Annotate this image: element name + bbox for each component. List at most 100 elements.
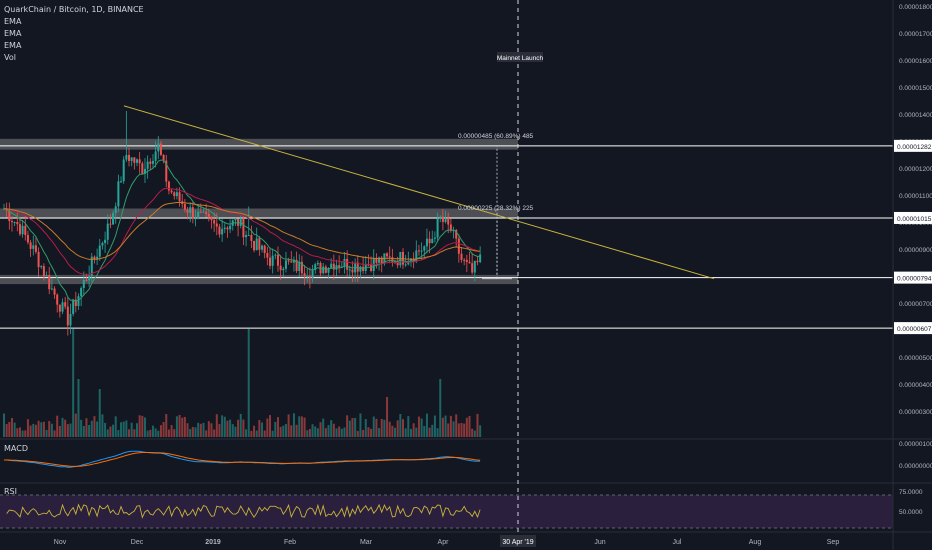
legend-volume[interactable]: Vol <box>4 52 144 64</box>
candle-body[interactable] <box>351 269 354 273</box>
candle-body[interactable] <box>37 251 40 268</box>
candle-body[interactable] <box>136 159 138 163</box>
candle-body[interactable] <box>290 261 293 263</box>
candle-body[interactable] <box>388 256 391 258</box>
legend-ema-2[interactable]: EMA <box>4 28 144 40</box>
candle-body[interactable] <box>207 214 210 217</box>
candle-body[interactable] <box>18 224 21 235</box>
candle-body[interactable] <box>112 213 115 225</box>
candle-body[interactable] <box>223 227 226 229</box>
candle-body[interactable] <box>298 261 301 271</box>
candle-body[interactable] <box>282 268 285 271</box>
candle-body[interactable] <box>473 260 476 273</box>
candle-body[interactable] <box>122 159 125 182</box>
candle-body[interactable] <box>56 294 59 305</box>
candle-body[interactable] <box>279 265 282 271</box>
candle-body[interactable] <box>120 181 123 183</box>
candle-body[interactable] <box>170 190 173 193</box>
rsi-label[interactable]: RSI <box>4 487 17 496</box>
candle-body[interactable] <box>109 223 112 225</box>
candle-body[interactable] <box>423 246 426 251</box>
candle-body[interactable] <box>114 206 117 214</box>
candle-body[interactable] <box>213 220 216 224</box>
candle-body[interactable] <box>125 154 128 160</box>
candle-body[interactable] <box>130 157 133 162</box>
candle-body[interactable] <box>186 209 189 213</box>
candle-body[interactable] <box>218 226 221 235</box>
candle-body[interactable] <box>428 238 431 244</box>
candle-body[interactable] <box>146 161 149 169</box>
chart-legend[interactable]: QuarkChain / Bitcoin, 1D, BINANCE EMA EM… <box>4 4 144 64</box>
candle-body[interactable] <box>183 204 186 210</box>
candle-body[interactable] <box>178 192 181 202</box>
candle-body[interactable] <box>330 263 333 269</box>
candle-body[interactable] <box>85 279 88 281</box>
candle-body[interactable] <box>53 288 56 295</box>
candle-body[interactable] <box>404 264 407 266</box>
candle-body[interactable] <box>247 235 250 237</box>
candle-body[interactable] <box>463 259 466 261</box>
legend-ema-1[interactable]: EMA <box>4 16 144 28</box>
candle-body[interactable] <box>245 235 248 238</box>
chart-canvas[interactable]: 0.00000485 (60.89%) 485 0.00000225 (28.32… <box>0 0 932 550</box>
candle-body[interactable] <box>66 306 69 326</box>
candle-body[interactable] <box>69 314 72 326</box>
candle-body[interactable] <box>425 238 428 247</box>
candle-body[interactable] <box>476 260 479 263</box>
candle-body[interactable] <box>460 253 463 260</box>
candle-body[interactable] <box>141 163 144 174</box>
candle-body[interactable] <box>431 238 434 244</box>
candle-body[interactable] <box>402 251 404 265</box>
candle-body[interactable] <box>420 250 423 252</box>
candle-body[interactable] <box>346 258 349 270</box>
candle-body[interactable] <box>191 207 194 219</box>
candle-body[interactable] <box>80 288 83 297</box>
candle-body[interactable] <box>261 245 264 250</box>
candle-body[interactable] <box>199 211 202 213</box>
candle-body[interactable] <box>151 160 154 164</box>
candle-body[interactable] <box>441 216 444 223</box>
candle-body[interactable] <box>64 302 67 307</box>
candle-body[interactable] <box>98 245 101 257</box>
candle-body[interactable] <box>226 227 229 230</box>
candle-body[interactable] <box>202 211 205 213</box>
candle-body[interactable] <box>287 260 290 262</box>
candle-body[interactable] <box>133 157 136 163</box>
candle-body[interactable] <box>229 225 232 230</box>
candle-body[interactable] <box>77 296 80 307</box>
candle-body[interactable] <box>471 263 474 273</box>
candle-body[interactable] <box>72 299 75 315</box>
candle-body[interactable] <box>13 222 16 224</box>
candle-body[interactable] <box>21 225 24 235</box>
candle-body[interactable] <box>276 254 279 266</box>
candle-body[interactable] <box>242 218 245 238</box>
candle-body[interactable] <box>197 211 200 219</box>
candle-body[interactable] <box>16 222 19 225</box>
candle-body[interactable] <box>48 275 51 290</box>
candle-body[interactable] <box>375 258 378 263</box>
candle-body[interactable] <box>338 265 341 268</box>
candle-body[interactable] <box>316 263 319 265</box>
candle-body[interactable] <box>324 266 327 273</box>
candle-body[interactable] <box>237 218 240 226</box>
candle-body[interactable] <box>205 211 208 215</box>
candle-body[interactable] <box>221 228 224 235</box>
candle-body[interactable] <box>457 238 460 254</box>
candle-body[interactable] <box>250 235 253 241</box>
candle-body[interactable] <box>157 143 160 152</box>
candle-body[interactable] <box>189 207 192 213</box>
candle-body[interactable] <box>417 250 420 252</box>
candle-body[interactable] <box>167 181 170 191</box>
candle-body[interactable] <box>322 266 325 274</box>
mainnet-launch-label[interactable]: Mainnet Launch <box>497 52 544 62</box>
candle-body[interactable] <box>255 238 258 251</box>
candle-body[interactable] <box>45 275 48 277</box>
candle-body[interactable] <box>465 259 468 262</box>
candle-body[interactable] <box>210 216 213 221</box>
zone-rect[interactable] <box>0 274 518 285</box>
candle-body[interactable] <box>308 276 311 278</box>
candle-body[interactable] <box>159 143 162 155</box>
candle-body[interactable] <box>58 304 61 312</box>
candle-body[interactable] <box>117 181 120 207</box>
candle-body[interactable] <box>258 238 261 250</box>
